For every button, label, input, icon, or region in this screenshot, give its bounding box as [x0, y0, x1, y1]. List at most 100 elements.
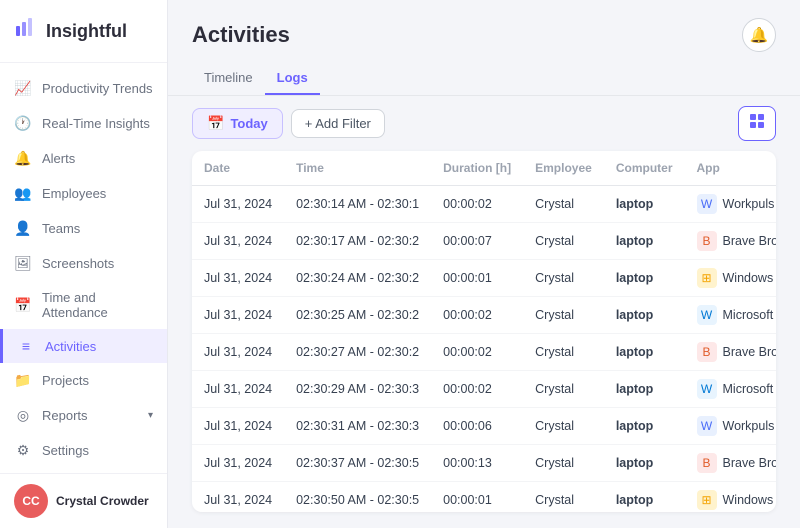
today-button[interactable]: 📅 Today — [192, 108, 283, 139]
cell-time: 02:30:37 AM - 02:30:5 — [284, 445, 431, 482]
app-name: Brave Bro — [723, 456, 777, 470]
sidebar-item-teams[interactable]: 👤 Teams — [0, 211, 167, 246]
sidebar-item-screenshots[interactable]: 🖼 Screenshots — [0, 246, 167, 281]
app-name: Insightful — [46, 21, 127, 42]
cell-computer: laptop — [604, 186, 685, 223]
col-header-time: Time — [284, 151, 431, 186]
table-row: Jul 31, 2024 02:30:17 AM - 02:30:2 00:00… — [192, 223, 776, 260]
cell-computer: laptop — [604, 482, 685, 513]
cell-time: 02:30:17 AM - 02:30:2 — [284, 223, 431, 260]
settings-icon: ⚙ — [14, 442, 32, 459]
productivity-trends-icon: 📈 — [14, 80, 32, 97]
cell-date: Jul 31, 2024 — [192, 334, 284, 371]
sidebar-item-label: Teams — [42, 221, 153, 236]
logo: Insightful — [0, 0, 167, 63]
col-header-employee: Employee — [523, 151, 604, 186]
cell-time: 02:30:24 AM - 02:30:2 — [284, 260, 431, 297]
cell-time: 02:30:29 AM - 02:30:3 — [284, 371, 431, 408]
cell-time: 02:30:14 AM - 02:30:1 — [284, 186, 431, 223]
page-header: Activities 🔔 — [168, 0, 800, 62]
cell-date: Jul 31, 2024 — [192, 260, 284, 297]
table-row: Jul 31, 2024 02:30:29 AM - 02:30:3 00:00… — [192, 371, 776, 408]
cell-app: ⊞ Windows — [685, 482, 777, 513]
cell-computer: laptop — [604, 371, 685, 408]
cell-time: 02:30:31 AM - 02:30:3 — [284, 408, 431, 445]
cell-employee: Crystal — [523, 260, 604, 297]
sidebar-item-activities[interactable]: ≡ Activities — [0, 329, 167, 363]
sidebar-item-time-and-attendance[interactable]: 📅 Time and Attendance — [0, 281, 167, 329]
cell-computer: laptop — [604, 334, 685, 371]
activities-table: DateTimeDuration [h]EmployeeComputerApp … — [192, 151, 776, 512]
table-row: Jul 31, 2024 02:30:27 AM - 02:30:2 00:00… — [192, 334, 776, 371]
sidebar-footer: CC Crystal Crowder — [0, 473, 167, 528]
sidebar-item-alerts[interactable]: 🔔 Alerts — [0, 141, 167, 176]
cell-date: Jul 31, 2024 — [192, 297, 284, 334]
projects-icon: 📁 — [14, 372, 32, 389]
cell-employee: Crystal — [523, 223, 604, 260]
teams-icon: 👤 — [14, 220, 32, 237]
cell-duration: 00:00:02 — [431, 371, 523, 408]
cell-date: Jul 31, 2024 — [192, 371, 284, 408]
cell-date: Jul 31, 2024 — [192, 408, 284, 445]
sidebar-item-label: Productivity Trends — [42, 81, 153, 96]
sidebar-item-reports[interactable]: ◎ Reports ▾ — [0, 398, 167, 433]
sidebar-item-label: Reports — [42, 408, 138, 423]
activities-icon: ≡ — [17, 338, 35, 354]
sidebar-item-projects[interactable]: 📁 Projects — [0, 363, 167, 398]
tab-bar: TimelineLogs — [168, 62, 800, 96]
cell-date: Jul 31, 2024 — [192, 223, 284, 260]
app-name: Workpuls — [723, 197, 775, 211]
cell-app: W Workpuls — [685, 186, 777, 223]
cell-employee: Crystal — [523, 334, 604, 371]
app-icon: B — [697, 342, 717, 362]
cell-employee: Crystal — [523, 482, 604, 513]
time-and-attendance-icon: 📅 — [14, 297, 32, 314]
cell-duration: 00:00:01 — [431, 260, 523, 297]
table-header: DateTimeDuration [h]EmployeeComputerApp — [192, 151, 776, 186]
table-header-row: DateTimeDuration [h]EmployeeComputerApp — [192, 151, 776, 186]
sidebar-item-label: Time and Attendance — [42, 290, 153, 320]
cell-app: B Brave Bro — [685, 445, 777, 482]
cell-employee: Crystal — [523, 186, 604, 223]
grid-view-button[interactable] — [738, 106, 776, 141]
app-icon: ⊞ — [697, 490, 717, 510]
cell-app: B Brave Bro — [685, 223, 777, 260]
logo-icon — [14, 16, 38, 46]
cell-employee: Crystal — [523, 371, 604, 408]
add-filter-label: + Add Filter — [305, 116, 371, 131]
toolbar: 📅 Today + Add Filter — [168, 96, 800, 151]
tab-logs[interactable]: Logs — [265, 62, 320, 95]
page-title: Activities — [192, 22, 290, 48]
cell-duration: 00:00:02 — [431, 186, 523, 223]
user-name: Crystal Crowder — [56, 494, 149, 508]
app-icon: ⊞ — [697, 268, 717, 288]
cell-duration: 00:00:02 — [431, 297, 523, 334]
activities-table-container: DateTimeDuration [h]EmployeeComputerApp … — [192, 151, 776, 512]
sidebar-item-label: Activities — [45, 339, 153, 354]
tab-timeline[interactable]: Timeline — [192, 62, 265, 95]
sidebar-item-label: Projects — [42, 373, 153, 388]
cell-employee: Crystal — [523, 408, 604, 445]
cell-computer: laptop — [604, 260, 685, 297]
app-icon: B — [697, 231, 717, 251]
app-name: Windows — [723, 493, 774, 507]
add-filter-button[interactable]: + Add Filter — [291, 109, 385, 138]
table-row: Jul 31, 2024 02:30:37 AM - 02:30:5 00:00… — [192, 445, 776, 482]
notifications-button[interactable]: 🔔 — [742, 18, 776, 52]
sidebar-item-real-time-insights[interactable]: 🕐 Real-Time Insights — [0, 106, 167, 141]
cell-date: Jul 31, 2024 — [192, 445, 284, 482]
app-name: Microsoft — [723, 382, 774, 396]
cell-computer: laptop — [604, 408, 685, 445]
sidebar-item-settings[interactable]: ⚙ Settings — [0, 433, 167, 468]
sidebar-item-productivity-trends[interactable]: 📈 Productivity Trends — [0, 71, 167, 106]
app-name: Microsoft — [723, 308, 774, 322]
sidebar-item-employees[interactable]: 👥 Employees — [0, 176, 167, 211]
cell-computer: laptop — [604, 223, 685, 260]
cell-duration: 00:00:06 — [431, 408, 523, 445]
cell-app: W Workpuls — [685, 408, 777, 445]
app-name: Brave Bro — [723, 345, 777, 359]
app-icon: W — [697, 194, 717, 214]
col-header-date: Date — [192, 151, 284, 186]
app-icon: W — [697, 416, 717, 436]
table-row: Jul 31, 2024 02:30:31 AM - 02:30:3 00:00… — [192, 408, 776, 445]
